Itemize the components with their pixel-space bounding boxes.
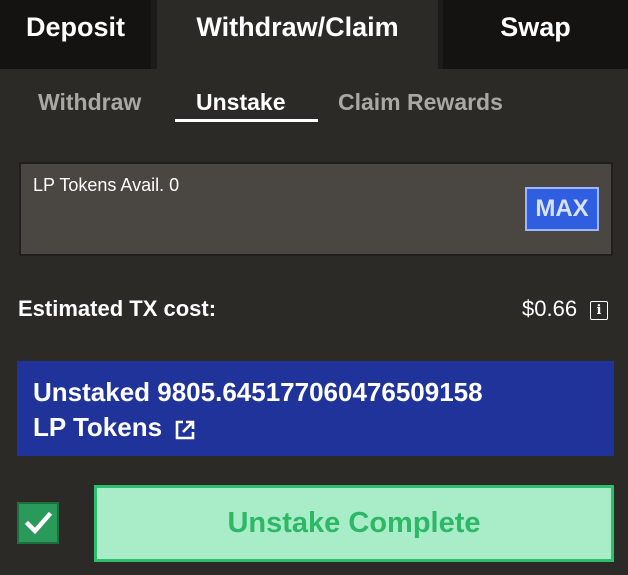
lp-tokens-link-label: LP Tokens bbox=[33, 412, 163, 442]
top-tab-bar: Deposit Withdraw/Claim Swap bbox=[0, 0, 628, 69]
max-button[interactable]: MAX bbox=[525, 187, 599, 231]
external-link-icon[interactable] bbox=[174, 417, 196, 439]
lp-tokens-link[interactable]: LP Tokens bbox=[33, 412, 196, 443]
lp-tokens-available-label: LP Tokens Avail. 0 bbox=[33, 175, 180, 195]
sub-tab-bar: Withdraw Unstake Claim Rewards bbox=[0, 84, 628, 124]
subtab-claim-rewards[interactable]: Claim Rewards bbox=[338, 84, 503, 120]
completion-checkbox[interactable] bbox=[17, 502, 59, 544]
unstaked-amount-text: Unstaked 9805.645177060476509158 bbox=[33, 377, 483, 407]
info-icon[interactable]: i bbox=[590, 301, 608, 320]
subtab-withdraw[interactable]: Withdraw bbox=[38, 84, 141, 120]
estimated-tx-cost-value: $0.66 bbox=[522, 296, 578, 321]
lp-token-amount-field[interactable]: LP Tokens Avail. 0 MAX bbox=[19, 162, 613, 256]
subtab-unstake[interactable]: Unstake bbox=[196, 84, 285, 120]
unstake-complete-button[interactable]: Unstake Complete bbox=[94, 485, 614, 562]
withdraw-claim-panel: Deposit Withdraw/Claim Swap Withdraw Uns… bbox=[0, 0, 628, 575]
active-subtab-underline bbox=[175, 119, 318, 122]
checkmark-icon bbox=[24, 511, 53, 535]
tab-withdraw-claim[interactable]: Withdraw/Claim bbox=[157, 0, 438, 69]
tab-swap[interactable]: Swap bbox=[443, 0, 628, 69]
unstake-status-banner: Unstaked 9805.645177060476509158 LP Toke… bbox=[17, 361, 614, 456]
estimated-tx-cost-label: Estimated TX cost: bbox=[18, 296, 217, 321]
tab-deposit[interactable]: Deposit bbox=[0, 0, 151, 69]
